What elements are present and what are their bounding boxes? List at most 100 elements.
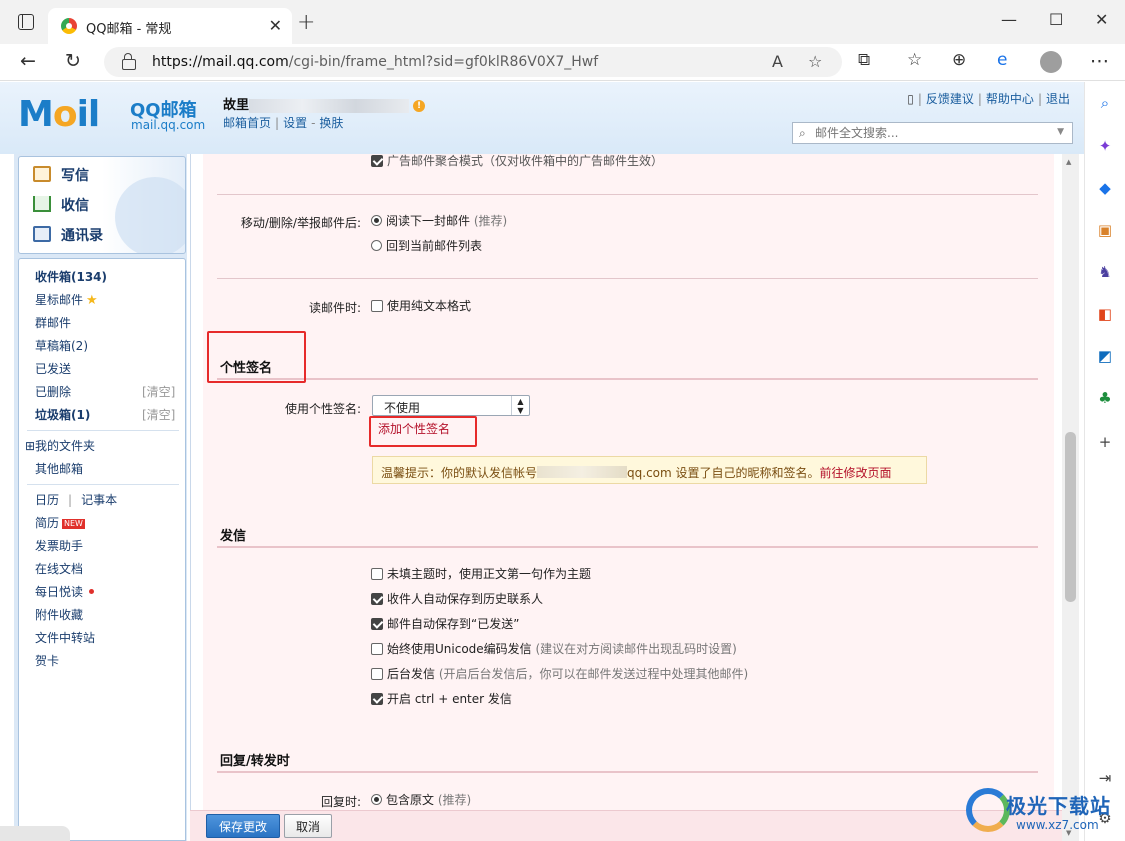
vertical-scrollbar[interactable]: ▲ ▼ (1062, 154, 1079, 841)
edge-icon[interactable]: e (997, 50, 1007, 70)
tab-actions-icon[interactable] (18, 14, 34, 30)
notebook-link[interactable]: 记事本 (81, 493, 117, 507)
save-button[interactable]: 保存更改 (206, 814, 280, 838)
send-option-hint: (建议在对方阅读邮件出现乱码时设置) (531, 642, 737, 656)
back-to-list-radio[interactable] (371, 240, 382, 251)
send-option[interactable]: 后台发信 (开启后台发信后，你可以在邮件发送过程中处理其他邮件) (371, 665, 748, 682)
tree-icon[interactable]: ♣ (1096, 389, 1114, 407)
browser-tab[interactable]: QQ邮箱 - 常规 ✕ (48, 8, 292, 44)
qq-mail-logo[interactable]: Moil QQ邮箱 mail.qq.com (18, 94, 205, 135)
folder-group[interactable]: 群邮件 (35, 314, 71, 331)
warning-icon[interactable]: ! (413, 99, 426, 112)
contacts-button[interactable]: 通讯录 (33, 225, 103, 245)
folder-sent[interactable]: 已发送 (35, 360, 71, 377)
outlook-icon[interactable]: ◩ (1096, 347, 1114, 365)
clear-deleted-link[interactable]: [清空] (142, 383, 175, 400)
more-icon[interactable]: ⋯ (1090, 50, 1109, 72)
maximize-icon[interactable]: ☐ (1049, 10, 1063, 29)
settings-link[interactable]: 设置 (283, 116, 307, 130)
resume-link[interactable]: 简历 NEW (35, 514, 85, 531)
refresh-icon[interactable]: ↻ (65, 50, 81, 72)
folder-other-mail[interactable]: 其他邮箱 (35, 460, 83, 477)
add-favorite-icon[interactable]: ☆ (808, 52, 822, 71)
quick-actions: 写信 收信 通讯录 (18, 156, 186, 254)
greeting-card-link[interactable]: 贺卡 (35, 652, 59, 669)
favorites-icon[interactable]: ☆ (907, 50, 922, 70)
send-option-checkbox[interactable] (371, 618, 383, 630)
read-aloud-icon[interactable]: A (772, 52, 783, 71)
feedback-link[interactable]: 反馈建议 (926, 92, 974, 106)
folder-drafts[interactable]: 草稿箱(2) (35, 337, 88, 354)
send-option-checkbox[interactable] (371, 643, 383, 655)
send-option-checkbox[interactable] (371, 593, 383, 605)
compose-button[interactable]: 写信 (33, 165, 89, 185)
back-to-list-option[interactable]: 回到当前邮件列表 (371, 237, 482, 254)
send-option-checkbox[interactable] (371, 568, 383, 580)
send-option[interactable]: 收件人自动保存到历史联系人 (371, 590, 543, 607)
new-badge: NEW (62, 519, 85, 529)
office-icon[interactable]: ◧ (1096, 305, 1114, 323)
send-option[interactable]: 邮件自动保存到“已发送” (371, 615, 519, 632)
back-icon[interactable]: ← (20, 50, 36, 72)
receive-button[interactable]: 收信 (33, 195, 89, 215)
search-icon[interactable]: ⌕ (1096, 94, 1114, 112)
docs-link[interactable]: 在线文档 (35, 560, 83, 577)
tab-close-icon[interactable]: ✕ (269, 16, 282, 35)
include-original-option[interactable]: 包含原文 (推荐) (371, 791, 471, 808)
section-divider (217, 771, 1038, 773)
attachments-link[interactable]: 附件收藏 (35, 606, 83, 623)
collections-icon[interactable]: ⊕ (952, 50, 966, 70)
signature-select[interactable]: 不使用 ▲ ▼ (372, 395, 530, 416)
skin-link[interactable]: 换肤 (319, 116, 343, 130)
scrollbar-thumb[interactable] (1065, 432, 1076, 602)
extensions-icon[interactable]: ⧉ (858, 50, 870, 70)
address-bar[interactable]: https://mail.qq.com/cgi-bin/frame_html?s… (104, 47, 842, 77)
window-close-icon[interactable]: ✕ (1095, 10, 1108, 29)
mail-search-input[interactable] (815, 125, 1045, 141)
games-icon[interactable]: ♞ (1096, 263, 1114, 281)
read-next-radio[interactable] (371, 215, 382, 226)
read-next-option[interactable]: 阅读下一封邮件 (推荐) (371, 212, 507, 229)
daily-read-link[interactable]: 每日悦读 (35, 583, 95, 600)
send-option-checkbox[interactable] (371, 668, 383, 680)
file-transfer-link[interactable]: 文件中转站 (35, 629, 95, 646)
cancel-button[interactable]: 取消 (284, 814, 332, 838)
edit-profile-link[interactable]: 前往修改页面 (820, 466, 892, 480)
ad-mail-checkbox[interactable] (371, 155, 383, 167)
tools-icon[interactable]: ▣ (1096, 221, 1114, 239)
divider (27, 484, 179, 485)
select-arrows-icon: ▲ ▼ (511, 396, 529, 415)
search-dropdown-icon[interactable]: ▼ (1057, 127, 1064, 137)
profile-avatar[interactable] (1040, 51, 1062, 73)
help-link[interactable]: 帮助中心 (986, 92, 1034, 106)
shopping-icon[interactable]: ◆ (1096, 179, 1114, 197)
folder-spam[interactable]: 垃圾箱(1) [清空] (35, 406, 175, 423)
include-original-radio[interactable] (371, 794, 382, 805)
ad-mail-option[interactable]: 广告邮件聚合模式（仅对收件箱中的广告邮件生效） (371, 154, 663, 169)
folder-my-folders[interactable]: ⊞我的文件夹 (25, 437, 95, 454)
logout-link[interactable]: 退出 (1046, 92, 1070, 106)
minimize-icon[interactable]: — (1001, 10, 1017, 29)
folder-list: 收件箱(134) 星标邮件 ★ 群邮件 草稿箱(2) 已发送 已删除 [清空] 垃圾… (18, 258, 186, 841)
folder-inbox[interactable]: 收件箱(134) (35, 268, 107, 285)
mail-home-link[interactable]: 邮箱首页 (223, 116, 271, 130)
scroll-up-icon[interactable]: ▲ (1066, 158, 1071, 166)
clear-spam-link[interactable]: [清空] (142, 406, 175, 423)
url-text: https://mail.qq.com/cgi-bin/frame_html?s… (152, 54, 599, 70)
folder-deleted[interactable]: 已删除 [清空] (35, 383, 175, 400)
redacted-email (537, 466, 628, 478)
mail-header: Moil QQ邮箱 mail.qq.com 故里! 邮箱首页 | 设置 - 换肤 ▯ | 反… (0, 82, 1084, 154)
send-option[interactable]: 始终使用Unicode编码发信 (建议在对方阅读邮件出现乱码时设置) (371, 640, 737, 657)
send-option[interactable]: 未填主题时，使用正文第一句作为主题 (371, 565, 591, 582)
plain-text-option[interactable]: 使用纯文本格式 (371, 297, 471, 314)
invoice-link[interactable]: 发票助手 (35, 537, 83, 554)
copilot-icon[interactable]: ✦ (1096, 137, 1114, 155)
folder-starred[interactable]: 星标邮件 ★ (35, 291, 98, 308)
send-option[interactable]: 开启 ctrl + enter 发信 (371, 690, 512, 707)
add-sidebar-icon[interactable]: + (1096, 433, 1114, 451)
new-tab-icon[interactable]: + (297, 10, 315, 35)
phone-icon[interactable]: ▯ (907, 92, 914, 106)
calendar-link[interactable]: 日历 (35, 493, 59, 507)
plain-text-checkbox[interactable] (371, 300, 383, 312)
send-option-checkbox[interactable] (371, 693, 383, 705)
